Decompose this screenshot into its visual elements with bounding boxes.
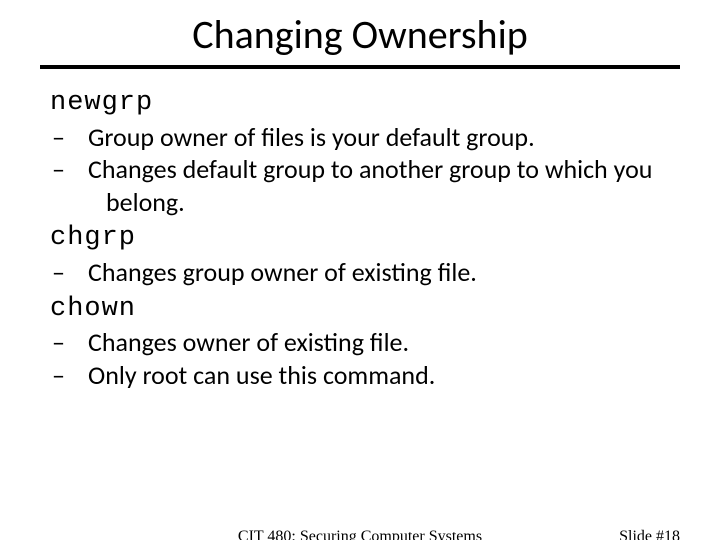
bullet: –Changes group owner of existing file. [88,256,670,289]
bullet-text: Only root can use this command. [88,359,435,391]
slide-body: newgrp –Group owner of files is your def… [50,87,670,391]
command-chown: chown [50,293,670,327]
slide-title: Changing Ownership [0,10,720,59]
bullet: –Changes owner of existing file. [88,326,670,359]
bullet: –Changes default group to another group … [88,153,670,218]
bullet-text: Changes owner of existing file. [88,326,409,358]
slide: Changing Ownership newgrp –Group owner o… [0,10,720,540]
footer-course: CIT 480: Securing Computer Systems [0,528,720,540]
bullet: –Only root can use this command. [88,359,670,392]
command-newgrp: newgrp [50,87,670,121]
bullet-text: Group owner of files is your default gro… [88,121,535,153]
command-chgrp: chgrp [50,222,670,256]
bullet-text: Changes default group to another group t… [88,153,652,218]
title-rule [40,65,680,69]
footer-slide-number: Slide #18 [619,528,680,540]
bullet: –Group owner of files is your default gr… [88,121,670,154]
bullet-text: Changes group owner of existing file. [88,256,477,288]
